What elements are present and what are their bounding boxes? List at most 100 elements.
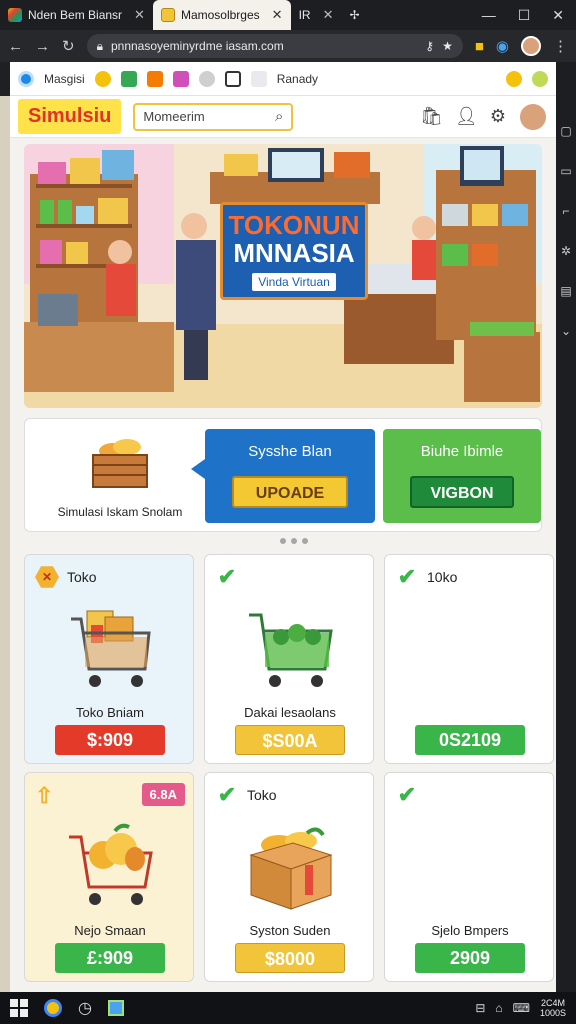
clock-app-icon[interactable]: ◷ [78, 998, 92, 1018]
sidebar-puzzle-icon[interactable]: ✲ [561, 244, 571, 258]
upgrade-button[interactable]: UPOADE [232, 476, 348, 508]
back-icon[interactable]: ← [8, 38, 23, 55]
key-icon[interactable]: ⚷ [425, 39, 434, 53]
bookmark-emoji-icon[interactable] [506, 70, 522, 87]
user-icon[interactable]: 👤︎ [455, 106, 478, 127]
product-card[interactable]: ✔ Dakai lesaolans $S00A [204, 554, 374, 764]
bookmark-clock-icon[interactable] [94, 70, 111, 87]
close-window-icon[interactable]: ✕ [552, 7, 564, 24]
price-button[interactable]: £:909 [55, 943, 165, 973]
price-button[interactable]: 2909 [415, 943, 525, 973]
bookmark-item-2[interactable]: Ranady [277, 72, 318, 86]
discount-badge: 6.8A [141, 783, 185, 806]
tab-2[interactable]: Mamosolbrges ✕ [152, 0, 291, 30]
card-header-label: 10ko [427, 569, 458, 585]
tab-2-title: Mamosolbrges [180, 8, 260, 22]
product-card[interactable]: ✔ Sjelo Bmpers 2909 [384, 772, 554, 982]
sidebar-chevron-icon[interactable]: ⌄ [561, 324, 571, 338]
sidebar-layout-icon[interactable]: ▤ [560, 284, 571, 298]
price-button[interactable]: $8000 [235, 943, 345, 973]
sidebar-bracket-icon[interactable]: ⌐ [562, 204, 569, 218]
promo-green-title: Biuhe Ibimle [420, 443, 504, 460]
shopping-bag-icon[interactable]: 🛍︎ [420, 106, 443, 127]
price-button[interactable]: $:909 [55, 725, 165, 755]
hero-title-line2: MNNASIA [233, 238, 355, 268]
window-controls: — ☐ ✕ [482, 7, 576, 24]
bookmark-star-icon[interactable]: ★ [442, 39, 453, 53]
settings-gear-icon[interactable]: ⚙ [490, 106, 506, 127]
bookmark-favicon-icon [18, 70, 34, 87]
hero-banner[interactable]: TOKONUN MNNASIA Vinda Virtuan [24, 144, 542, 408]
card-header: ✔ [215, 564, 247, 589]
checkmark-icon: ✔ [397, 564, 417, 589]
network-icon[interactable]: ⌂ [495, 1001, 502, 1015]
site-header: Simulsiu Momeerim ⌕ 🛍︎ 👤︎ ⚙ [10, 96, 556, 138]
close-tab-icon[interactable]: ✕ [134, 7, 145, 23]
search-input[interactable]: Momeerim ⌕ [133, 102, 294, 131]
bookmark-folder-icon[interactable] [250, 70, 267, 87]
checkmark-icon: ✔ [217, 782, 237, 807]
hex-badge-icon: ✕ [35, 566, 59, 588]
sync-icon[interactable]: ◉ [496, 37, 509, 55]
price-button[interactable]: $S00A [235, 725, 345, 755]
site-logo[interactable]: Simulsiu [18, 99, 122, 134]
card-header-label: Toko [247, 787, 277, 803]
card-name: Nejo Smaan [74, 923, 146, 938]
product-card[interactable]: ⇧ 6.8A Nejo Smaan £:909 [24, 772, 194, 982]
card-header: ✔ [395, 782, 427, 807]
url-text: pnnnasoyeminyrdme iasam.com [110, 39, 284, 53]
app-favicon-icon [8, 8, 22, 22]
windows-start-icon[interactable] [10, 999, 28, 1017]
bookmark-pink-icon[interactable] [172, 70, 189, 87]
green-action-button[interactable]: VIGBON [410, 476, 514, 508]
price-button[interactable]: 0S2109 [415, 725, 525, 755]
promo-simulation[interactable]: Simulasi Iskam Snolam [35, 429, 205, 525]
bookmark-item-1[interactable]: Masgisi [44, 72, 85, 86]
carousel-dots[interactable] [280, 538, 308, 544]
menu-icon[interactable]: ⋮ [553, 37, 568, 55]
product-card[interactable]: ✔ 10ko 0S2109 [384, 554, 554, 764]
app-taskbar-icon[interactable] [107, 1000, 124, 1016]
address-bar[interactable]: 🔒︎ pnnnasoyeminyrdme iasam.com ⚷ ★ [86, 34, 463, 58]
sidebar-panel-icon[interactable]: ▭ [560, 164, 571, 178]
bookmark-pear-icon[interactable] [532, 70, 548, 87]
tray-icon-1[interactable]: ⊟ [475, 1001, 485, 1015]
close-tab-icon[interactable]: ✕ [323, 7, 334, 23]
produce-box-icon [249, 827, 333, 910]
browser-tab-strip: Nden Bem Biansr ✕ Mamosolbrges ✕ IR ✕ ✢ … [0, 0, 576, 30]
sidebar-square-icon[interactable]: ▢ [560, 124, 571, 138]
user-avatar[interactable] [518, 101, 548, 132]
product-card[interactable]: ✔ Toko Syston Suden $8000 [204, 772, 374, 982]
bookmark-green-icon[interactable] [120, 70, 137, 87]
bookmark-orange-icon[interactable] [146, 70, 163, 87]
hero-title-line1: TOKONUN [228, 210, 360, 240]
card-name: Sjelo Bmpers [431, 923, 509, 938]
checkmark-icon: ✔ [217, 564, 237, 589]
new-tab-button[interactable]: ✢ [341, 0, 367, 30]
arrow-up-icon: ⇧ [35, 783, 54, 808]
product-card[interactable]: ✕ Toko Toko Bniam $:909 [24, 554, 194, 764]
right-sidebar: ▢ ▭ ⌐ ✲ ▤ ⌄ [556, 62, 576, 992]
promo-upgrade-panel: Sysshe Blan UPOADE [191, 429, 375, 523]
search-icon[interactable]: ⌕ [275, 108, 283, 125]
promo-upgrade-title: Sysshe Blan [248, 443, 332, 460]
forward-icon[interactable]: → [35, 38, 50, 55]
system-clock[interactable]: 2C4M 1000S [540, 998, 566, 1018]
card-name: Dakai lesaolans [244, 705, 336, 720]
maximize-icon[interactable]: ☐ [518, 7, 531, 24]
bookmark-calendar-icon[interactable] [224, 70, 241, 87]
clock-date: 1000S [539, 1008, 566, 1018]
bookmark-gray-icon[interactable] [198, 70, 215, 87]
tab-1[interactable]: Nden Bem Biansr ✕ [0, 0, 153, 30]
bookmark-tiger-icon[interactable] [480, 71, 496, 87]
minimize-icon[interactable]: — [482, 7, 496, 24]
close-tab-icon[interactable]: ✕ [272, 7, 283, 23]
tray-icon-2[interactable]: ⌨ [513, 1001, 530, 1015]
profile-avatar[interactable] [521, 36, 541, 56]
reload-icon[interactable]: ↻ [62, 37, 75, 55]
tab-3[interactable]: IR ✕ [291, 0, 342, 30]
browser-taskbar-icon[interactable] [44, 999, 62, 1017]
left-edge [0, 96, 10, 992]
extension-icon[interactable]: ■ [475, 38, 484, 55]
card-name: Toko Bniam [76, 705, 144, 720]
